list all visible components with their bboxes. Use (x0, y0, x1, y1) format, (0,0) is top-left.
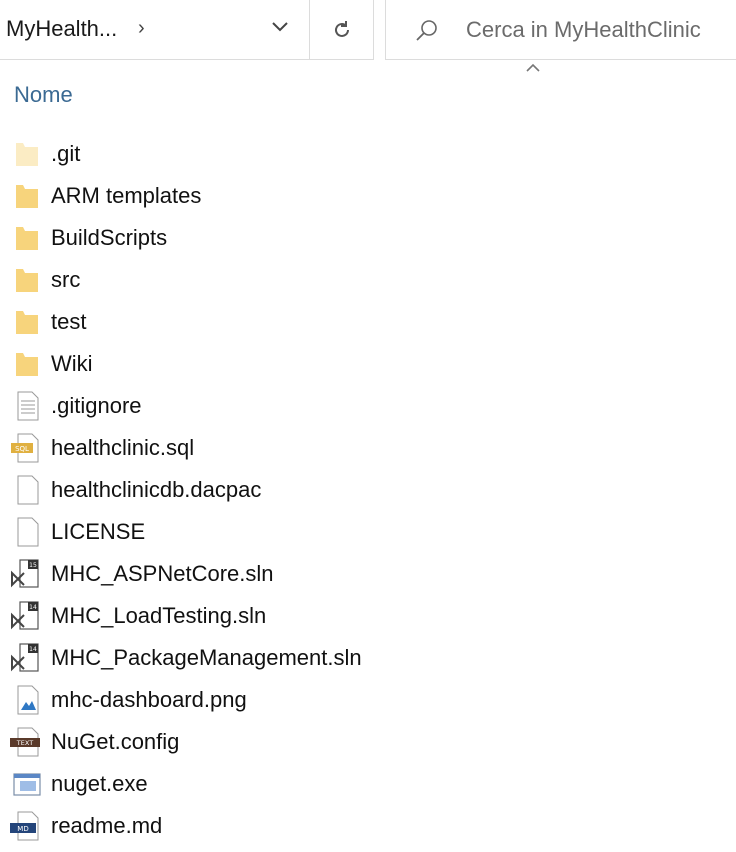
folder-icon (16, 269, 38, 292)
config-file-icon: TEXT (10, 727, 40, 757)
list-item[interactable]: test (0, 301, 736, 343)
file-name: test (51, 309, 87, 334)
search-box[interactable] (385, 0, 736, 60)
list-item[interactable]: 14 MHC_PackageManagement.sln (0, 637, 736, 679)
file-name: BuildScripts (51, 225, 168, 250)
sort-ascending-icon (526, 63, 540, 72)
column-header-name[interactable]: Nome (14, 82, 73, 108)
refresh-button[interactable] (310, 0, 374, 60)
list-item[interactable]: LICENSE (0, 511, 736, 553)
vs-solution-14-icon: 14 (11, 601, 39, 630)
list-item[interactable]: BuildScripts (0, 217, 736, 259)
list-item[interactable]: .gitignore (0, 385, 736, 427)
explorer-toolbar: MyHealth... › (0, 0, 736, 60)
search-icon (416, 20, 437, 41)
file-name: MHC_LoadTesting.sln (51, 603, 267, 628)
markdown-file-icon: MD (10, 811, 39, 841)
folder-icon (16, 185, 38, 208)
list-item[interactable]: 14 MHC_LoadTesting.sln (0, 595, 736, 637)
file-list: .git ARM templates BuildScripts src test… (0, 133, 736, 847)
blank-file-icon (17, 475, 39, 505)
file-name: .git (51, 141, 81, 166)
file-name: healthclinicdb.dacpac (51, 477, 262, 502)
list-item[interactable]: nuget.exe (0, 763, 736, 805)
svg-text:15: 15 (29, 562, 37, 569)
svg-text:SQL: SQL (15, 445, 29, 453)
svg-text:TEXT: TEXT (16, 739, 33, 747)
exe-file-icon (13, 773, 41, 796)
file-name: MHC_ASPNetCore.sln (51, 561, 274, 586)
folder-icon (16, 311, 38, 334)
list-item[interactable]: mhc-dashboard.png (0, 679, 736, 721)
folder-icon (16, 227, 38, 250)
file-name: NuGet.config (51, 729, 180, 754)
text-file-icon (17, 391, 39, 421)
refresh-icon (335, 21, 349, 37)
list-item[interactable]: SQL healthclinic.sql (0, 427, 736, 469)
file-name: MHC_PackageManagement.sln (51, 645, 362, 670)
address-bar[interactable]: MyHealth... › (0, 0, 310, 60)
file-name: ARM templates (51, 183, 202, 208)
breadcrumb-separator-icon[interactable]: › (138, 17, 145, 40)
file-name: LICENSE (51, 519, 146, 544)
file-name: src (51, 267, 81, 292)
file-name: healthclinic.sql (51, 435, 195, 460)
file-name: .gitignore (51, 393, 142, 418)
breadcrumb-current-folder[interactable]: MyHealth... (6, 16, 117, 42)
vs-solution-15-icon: 15 (11, 559, 39, 588)
search-input[interactable] (466, 14, 734, 46)
image-file-icon (17, 685, 39, 715)
file-name: Wiki (51, 351, 93, 376)
folder-hidden-icon (16, 143, 38, 166)
file-name: readme.md (51, 813, 163, 838)
svg-text:MD: MD (17, 825, 28, 833)
chevron-down-icon[interactable] (270, 20, 290, 34)
list-item[interactable]: src (0, 259, 736, 301)
list-item[interactable]: 15 MHC_ASPNetCore.sln (0, 553, 736, 595)
svg-text:14: 14 (29, 646, 37, 653)
list-item[interactable]: ARM templates (0, 175, 736, 217)
list-item[interactable]: .git (0, 133, 736, 175)
file-name: mhc-dashboard.png (51, 687, 247, 712)
folder-icon (16, 353, 38, 376)
list-item[interactable]: MD readme.md (0, 805, 736, 847)
list-item[interactable]: Wiki (0, 343, 736, 385)
sql-file-icon: SQL (11, 433, 39, 463)
file-name: nuget.exe (51, 771, 148, 796)
svg-text:14: 14 (29, 604, 37, 611)
vs-solution-14-icon: 14 (11, 643, 39, 672)
blank-file-icon (17, 517, 39, 547)
list-item[interactable]: healthclinicdb.dacpac (0, 469, 736, 511)
list-item[interactable]: TEXT NuGet.config (0, 721, 736, 763)
